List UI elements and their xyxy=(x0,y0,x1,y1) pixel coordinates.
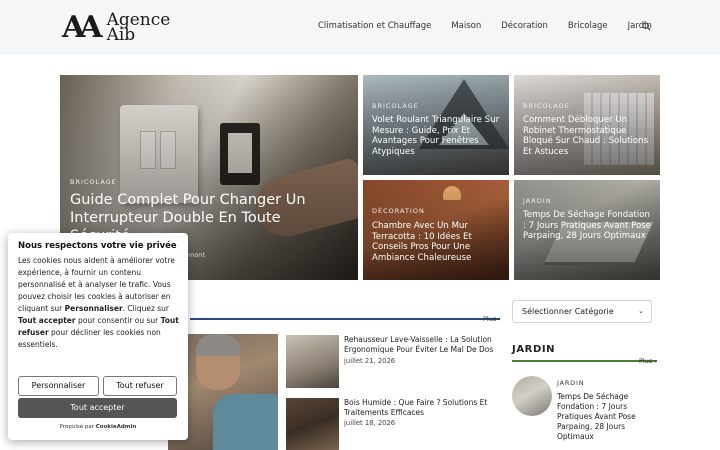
sidebar-more-label: Plus xyxy=(639,357,653,365)
tile-title[interactable]: Temps De Séchage Fondation : 7 Jours Pra… xyxy=(523,210,655,242)
cookie-body-text: . Cliquez sur xyxy=(122,304,170,313)
page: AA Agence Aib Climatisation et Chauffage… xyxy=(0,0,720,450)
sidebar-post-title[interactable]: Temps De Séchage Fondation : 7 Jours Pra… xyxy=(557,392,657,442)
article-date: juillet 18, 2026 xyxy=(344,419,396,427)
sidebar-divider xyxy=(512,360,657,362)
post-tile[interactable]: JARDIN Temps De Séchage Fondation : 7 Jo… xyxy=(514,180,660,280)
logo-line-2: Aib xyxy=(106,25,136,45)
logo-text: Agence Aib xyxy=(106,12,171,45)
sidebar-section-title: JARDIN xyxy=(512,344,556,355)
customize-button[interactable]: Personnaliser xyxy=(18,376,99,396)
site-header: AA Agence Aib Climatisation et Chauffage… xyxy=(0,0,720,55)
tile-category[interactable]: DÉCORATION xyxy=(372,207,425,215)
tile-category[interactable]: BRICOLAGE xyxy=(523,102,570,110)
post-tile[interactable]: BRICOLAGE Volet Roulant Triangulaire Sur… xyxy=(363,75,509,175)
tile-category[interactable]: BRICOLAGE xyxy=(372,102,419,110)
article-thumbnail[interactable] xyxy=(286,335,339,388)
sidebar-more-link[interactable]: Plus › xyxy=(639,357,657,365)
sidebar-post-category[interactable]: JARDIN xyxy=(557,379,584,387)
article-date: juillet 21, 2026 xyxy=(344,357,396,365)
powered-prefix: Propulsé par xyxy=(59,424,94,430)
nav-item-bricolage[interactable]: Bricolage xyxy=(568,21,608,31)
cookie-body-emphasis: Tout accepter xyxy=(18,316,76,325)
category-select[interactable]: Sélectionner Catégorie ⌄ xyxy=(512,300,652,323)
section-more-label: Plus xyxy=(483,315,497,323)
nav-item-decoration[interactable]: Décoration xyxy=(501,21,548,31)
post-tile[interactable]: BRICOLAGE Comment Débloquer Un Robinet T… xyxy=(514,75,660,175)
cookie-powered-by[interactable]: Propulsé par CookieAdmin xyxy=(8,424,188,430)
person-shirt xyxy=(213,394,278,450)
cookieadmin-logo: CookieAdmin xyxy=(95,424,137,430)
article-title[interactable]: Rehausseur Lave-Vaisselle : La Solution … xyxy=(344,335,506,354)
hero-category[interactable]: BRICOLAGE xyxy=(70,178,117,186)
hero-author[interactable]: mont xyxy=(188,251,205,259)
article-title[interactable]: Bois Humide : Que Faire ? Solutions Et T… xyxy=(344,398,506,417)
cookie-body-text: pour consentir ou sur xyxy=(75,316,161,325)
main-nav: Climatisation et Chauffage Maison Décora… xyxy=(318,21,672,31)
tile-title[interactable]: Comment Débloquer Un Robinet Thermostati… xyxy=(523,115,653,157)
accept-all-button[interactable]: Tout accepter xyxy=(18,398,177,418)
cookie-body-emphasis: Personnaliser xyxy=(64,304,123,313)
post-tile[interactable]: DÉCORATION Chambre Avec Un Mur Terracott… xyxy=(363,180,509,280)
tile-title[interactable]: Chambre Avec Un Mur Terracotta : 10 Idée… xyxy=(372,221,504,263)
tile-category[interactable]: JARDIN xyxy=(523,197,552,205)
cookie-body: Les cookies nous aident à améliorer votr… xyxy=(18,255,180,351)
search-icon[interactable] xyxy=(642,22,651,31)
article-thumbnail[interactable] xyxy=(286,398,339,450)
site-logo[interactable]: AA Agence Aib xyxy=(62,11,170,45)
nav-item-maison[interactable]: Maison xyxy=(451,21,481,31)
tile-title[interactable]: Volet Roulant Triangulaire Sur Mesure : … xyxy=(372,115,502,157)
refuse-all-button[interactable]: Tout refuser xyxy=(103,376,177,396)
section-more-link[interactable]: Plus › xyxy=(483,315,501,323)
cookie-consent-banner: Nous respectons votre vie privée Les coo… xyxy=(8,233,188,440)
nav-item-climatisation[interactable]: Climatisation et Chauffage xyxy=(318,21,431,31)
section-divider xyxy=(190,318,500,320)
chevron-down-icon: ⌄ xyxy=(638,307,644,315)
sidebar-post-thumbnail[interactable] xyxy=(512,376,552,416)
category-select-label: Sélectionner Catégorie xyxy=(522,307,614,316)
logo-mark: AA xyxy=(62,10,102,45)
person-hair xyxy=(196,334,240,356)
cookie-title: Nous respectons votre vie privée xyxy=(18,241,177,251)
